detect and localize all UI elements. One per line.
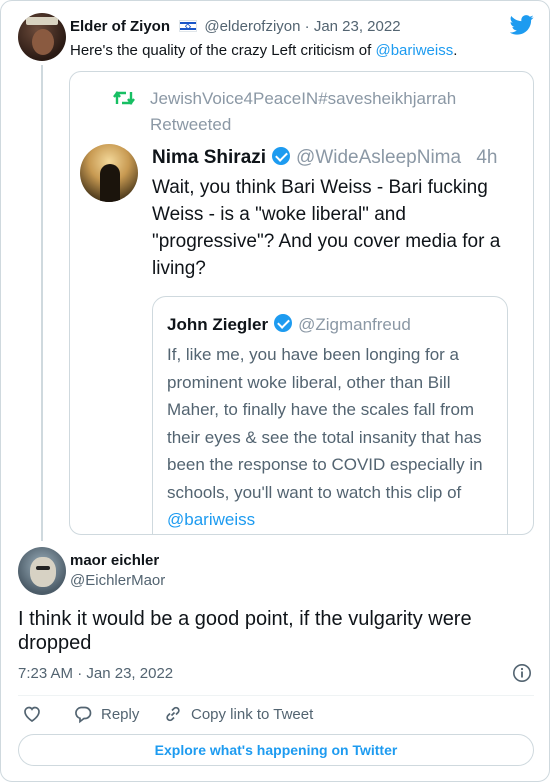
verified-badge-icon [272, 147, 291, 165]
meta-separator: · [304, 18, 310, 35]
embedded-tweet-header: Nima Shirazi @WideAsleepNima 4h [152, 146, 497, 170]
retweet-context: JewishVoice4PeaceIN#savesheikhjarrah Ret… [150, 86, 456, 138]
tweet-timestamp[interactable]: 7:23 AM · Jan 23, 2022 [18, 665, 173, 683]
israel-flag-icon [179, 20, 198, 32]
author-handle: @Zigmanfreud [298, 315, 411, 334]
retweeted-label: Retweeted [150, 115, 232, 134]
reply-button[interactable]: Reply [73, 701, 139, 727]
avatar-badge [26, 17, 58, 25]
attached-image[interactable]: JewishVoice4PeaceIN#savesheikhjarrah Ret… [69, 71, 534, 535]
author-handle[interactable]: @elderofziyon [204, 18, 300, 35]
quoted-tweet: John Ziegler @Zigmanfreud If, like me, yo… [152, 296, 508, 534]
verified-badge-icon [274, 314, 293, 332]
info-icon[interactable] [512, 663, 532, 683]
tweet-text: Here's the quality of the crazy Left cri… [70, 42, 376, 59]
parent-tweet-text: Here's the quality of the crazy Left cri… [70, 41, 457, 61]
tweet-embed-card: Elder of Ziyon @elderofziyon · Jan 23, 2… [0, 0, 550, 782]
author-name[interactable]: maor eichler [70, 552, 159, 570]
embedded-tweet-text: Wait, you think Bari Weiss - Bari fuckin… [152, 177, 501, 279]
tweet-time: 4h [476, 147, 498, 168]
link-icon [166, 706, 180, 722]
quoted-text: If, like me, you have been longing for a… [167, 345, 483, 502]
tweet-text-suffix: . [453, 42, 458, 59]
heart-icon [24, 706, 40, 723]
author-name: Nima Shirazi [152, 147, 267, 168]
quoted-tweet-header: John Ziegler @Zigmanfreud [167, 313, 411, 337]
parent-tweet-header: Elder of Ziyon @elderofziyon · Jan 23, 2… [70, 18, 401, 36]
retweeter-name: JewishVoice4PeaceIN#savesheikhjarrah [150, 89, 457, 108]
avatar[interactable] [18, 547, 66, 595]
author-name[interactable]: Elder of Ziyon [70, 18, 170, 35]
retweet-icon [113, 91, 135, 105]
reply-icon [75, 706, 92, 724]
divider [18, 695, 534, 696]
mention-link[interactable]: @bariweiss [375, 42, 453, 59]
author-handle[interactable]: @EichlerMaor [70, 572, 165, 590]
tweet-date[interactable]: Jan 23, 2022 [86, 665, 173, 682]
explore-twitter-button[interactable]: Explore what's happening on Twitter [18, 734, 534, 766]
mention-link: @bariweiss [167, 510, 256, 529]
meta-separator: · [77, 665, 83, 682]
avatar[interactable] [18, 13, 66, 61]
thread-line [41, 65, 43, 541]
reply-tweet-text: I think it would be a good point, if the… [18, 608, 472, 654]
quoted-tweet-text: If, like me, you have been longing for a… [167, 341, 497, 534]
reply-label: Reply [101, 705, 140, 723]
author-handle: @WideAsleepNima [296, 147, 462, 168]
avatar-face [32, 29, 54, 55]
tweet-date[interactable]: Jan 23, 2022 [314, 18, 401, 35]
twitter-bird-icon[interactable] [510, 15, 534, 35]
copy-link-button[interactable]: Copy link to Tweet [163, 701, 313, 727]
copy-link-label: Copy link to Tweet [191, 705, 314, 723]
like-button[interactable] [22, 701, 50, 727]
avatar [80, 144, 138, 202]
tweet-time[interactable]: 7:23 AM [18, 665, 73, 682]
author-name: John Ziegler [167, 315, 269, 334]
